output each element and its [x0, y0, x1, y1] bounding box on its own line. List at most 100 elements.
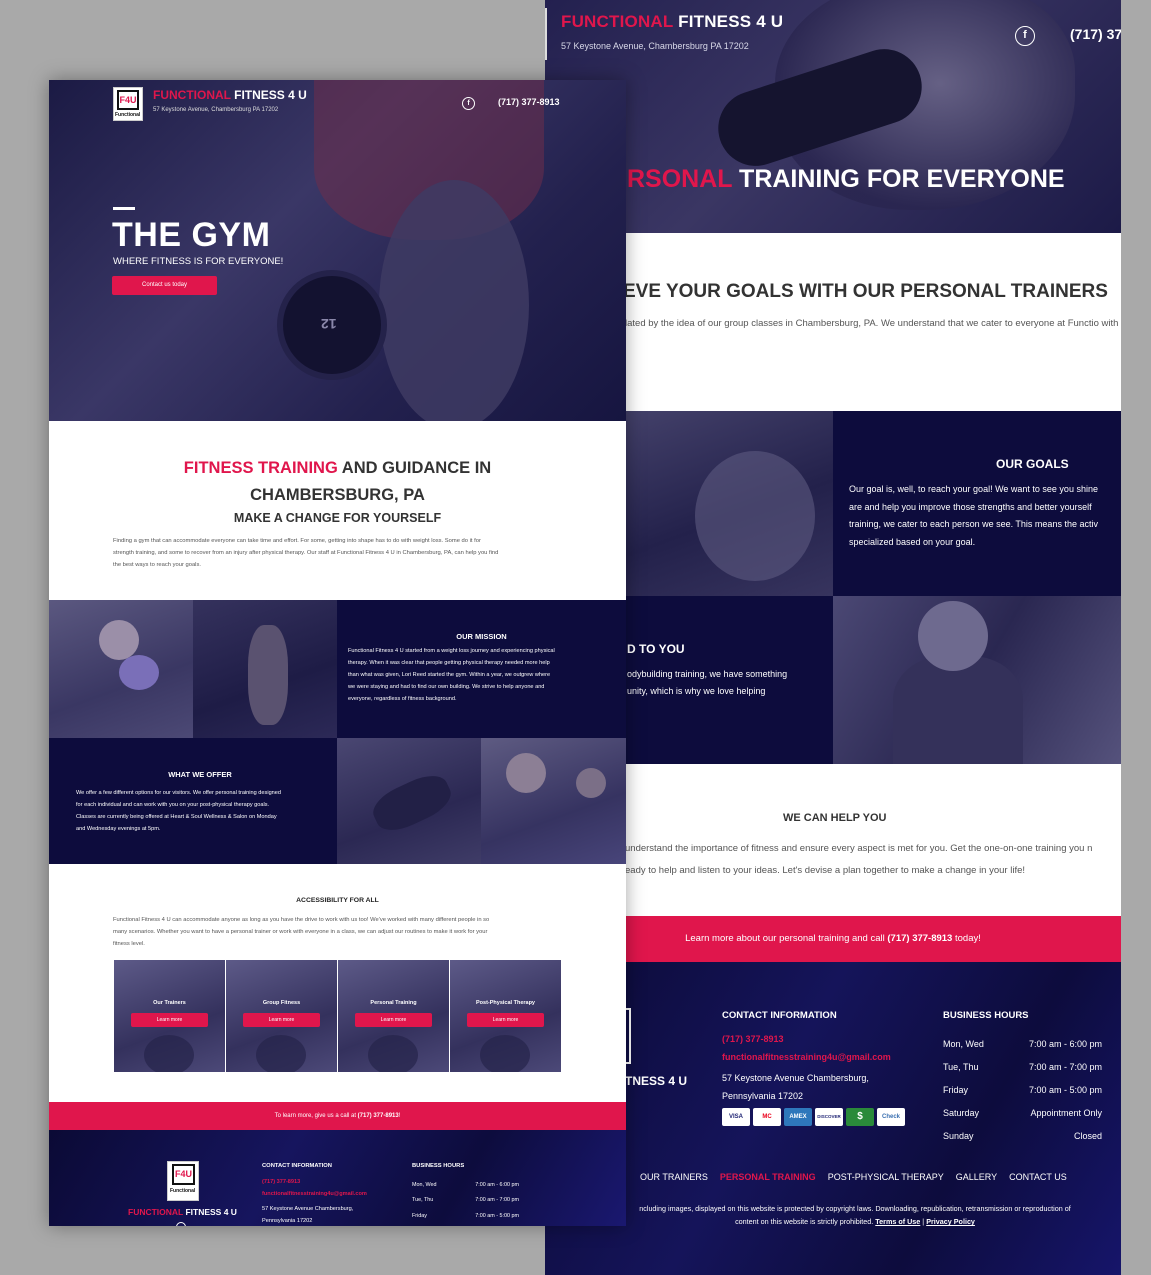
cta-banner: To learn more, give us a call at (717) 3…: [49, 1102, 626, 1130]
hero-dumbbell: 12: [277, 270, 387, 380]
table-row: Tue, Thu 7:00 am - 7:00 pm: [412, 1197, 519, 1204]
offer-body: We offer a few different options for our…: [76, 790, 282, 832]
athlete-woman-photo: [193, 600, 337, 738]
hero-title: THE GYM: [112, 216, 271, 254]
terms-link[interactable]: Terms of Use: [875, 1217, 920, 1226]
kettlebell-woman-photo: [49, 600, 193, 738]
offer-heading: WHAT WE OFFER: [168, 770, 232, 779]
hero-tagline: WHERE FITNESS IS FOR EVERYONE!: [113, 256, 284, 267]
our-goals-heading: OUR GOALS: [996, 457, 1069, 471]
footer-email-link[interactable]: functionalfitnesstraining4u@gmail.com: [262, 1191, 367, 1197]
hours-table: Mon, Wed 7:00 am - 6:00 pm Tue, Thu 7:00 a…: [412, 1177, 519, 1224]
cta-phone[interactable]: (717) 377-8913: [887, 933, 952, 944]
table-row: Tue, Thu 7:00 am - 7:00 pm: [943, 1061, 1102, 1072]
copyright-notice: ncluding images, displayed on this websi…: [639, 1204, 1071, 1226]
hours-table: Mon, Wed 7:00 am - 6:00 pm Tue, Thu 7:00 a…: [943, 1032, 1102, 1148]
footer: F4U Functional FUNCTIONAL FITNESS 4 U CON…: [49, 1130, 626, 1226]
contact-heading: CONTACT INFORMATION: [722, 1010, 837, 1021]
intro-subheading: MAKE A CHANGE FOR YOURSELF: [233, 511, 442, 525]
facebook-icon[interactable]: f: [1015, 26, 1035, 46]
discover-icon: DISCOVER: [815, 1108, 843, 1126]
amex-icon: AMEX: [784, 1108, 812, 1126]
footer-brand: FUNCTIONAL FITNESS 4 U: [128, 1207, 237, 1217]
learn-more-button[interactable]: Learn more: [355, 1013, 432, 1027]
table-row: Saturday Appointment Only: [943, 1108, 1102, 1119]
dedicated-heading: D TO YOU: [627, 642, 685, 656]
footer-brand: TNESS 4 U: [625, 1074, 688, 1088]
cta-banner: Learn more about our personal training a…: [545, 916, 1121, 962]
site-brand[interactable]: FUNCTIONAL FITNESS 4 U: [561, 12, 783, 32]
footer-address: 57 Keystone Avenue Chambersburg, Pennsyl…: [262, 1206, 354, 1224]
cta-phone[interactable]: (717) 377-8913: [358, 1113, 399, 1119]
page-title: RSONAL TRAINING FOR EVERYONE: [627, 165, 1065, 193]
front-page-mockup: 12 F4U Functional FUNCTIONAL FITNESS 4 U …: [49, 80, 626, 1226]
goals-intro-section: EVE YOUR GOALS WITH OUR PERSONAL TRAINER…: [545, 233, 1121, 411]
core-exercise-photo: [337, 738, 481, 864]
offer-block: WHAT WE OFFER We offer a few different o…: [49, 738, 337, 864]
table-row: Mon, Wed 7:00 am - 6:00 pm: [943, 1038, 1102, 1049]
group-class-photo: [481, 738, 626, 864]
help-heading: WE CAN HELP YOU: [783, 812, 887, 824]
footer-phone-link[interactable]: (717) 377-8913: [262, 1179, 300, 1185]
nav-gallery[interactable]: GALLERY: [956, 1172, 997, 1182]
title-accent-bar: [113, 207, 135, 210]
check-icon: Check: [877, 1108, 905, 1126]
footer: TNESS 4 U CONTACT INFORMATION (717) 377-…: [545, 962, 1121, 1275]
back-hero: FUNCTIONAL FITNESS 4 U 57 Keystone Avenu…: [545, 0, 1121, 233]
dedicated-body: odybuilding training, we have something …: [627, 669, 788, 696]
cash-icon: $: [846, 1108, 874, 1126]
service-card-personal-training[interactable]: Personal Training Learn more: [338, 960, 449, 1072]
contact-us-button[interactable]: Contact us today: [112, 276, 217, 295]
service-card-post-physical-therapy[interactable]: Post-Physical Therapy Learn more: [450, 960, 561, 1072]
facebook-icon[interactable]: f: [462, 97, 475, 110]
intro-heading: FITNESS TRAINING AND GUIDANCE IN CHAMBERS…: [183, 459, 492, 504]
footer-logo[interactable]: F4U Functional: [167, 1161, 199, 1201]
visa-icon: VISA: [722, 1108, 750, 1126]
footer-phone-link[interactable]: (717) 377-8913: [722, 1034, 784, 1044]
intro-body: Finding a gym that can accommodate every…: [113, 538, 499, 568]
hours-heading: BUSINESS HOURS: [943, 1010, 1029, 1021]
hours-heading: BUSINESS HOURS: [412, 1163, 465, 1169]
learn-more-button[interactable]: Learn more: [131, 1013, 208, 1027]
footer-email-link[interactable]: functionalfitnesstraining4u@gmail.com: [722, 1052, 891, 1062]
header-address: 57 Keystone Avenue, Chambersburg PA 1720…: [561, 41, 749, 51]
table-row: Sunday Closed: [943, 1131, 1102, 1142]
site-logo[interactable]: F4U Functional: [113, 87, 143, 121]
privacy-link[interactable]: Privacy Policy: [926, 1217, 975, 1226]
accessibility-body: Functional Fitness 4 U can accommodate a…: [113, 917, 490, 947]
payment-methods: VISA MC AMEX DISCOVER $ Check: [722, 1108, 905, 1126]
service-card-trainers[interactable]: Our Trainers Learn more: [114, 960, 225, 1072]
facebook-icon[interactable]: [176, 1222, 186, 1226]
footer-nav: OUR TRAINERS PERSONAL TRAINING POST-PHYS…: [640, 1172, 1067, 1182]
mastercard-icon: MC: [753, 1108, 781, 1126]
table-row: Mon, Wed 7:00 am - 6:00 pm: [412, 1181, 519, 1188]
header-phone[interactable]: (717) 377-8913: [498, 97, 560, 107]
hero-leg-photo: [379, 180, 529, 421]
accessibility-heading: ACCESSIBILITY FOR ALL: [296, 897, 379, 904]
class-photo: [833, 596, 1121, 766]
mission-body: Functional Fitness 4 U started from a we…: [348, 648, 555, 702]
header-phone[interactable]: (717) 37: [1070, 26, 1121, 42]
nav-contact-us[interactable]: CONTACT US: [1009, 1172, 1067, 1182]
help-section: WE CAN HELP YOU understand the importanc…: [545, 764, 1121, 916]
header-divider: [545, 8, 547, 60]
learn-more-button[interactable]: Learn more: [243, 1013, 320, 1027]
our-goals-block: OUR GOALS Our goal is, well, to reach yo…: [833, 411, 1121, 596]
site-brand[interactable]: FUNCTIONAL FITNESS 4 U: [153, 88, 307, 102]
nav-our-trainers[interactable]: OUR TRAINERS: [640, 1172, 708, 1182]
mission-block: OUR MISSION Functional Fitness 4 U start…: [337, 600, 626, 738]
our-goals-body: Our goal is, well, to reach your goal! W…: [849, 484, 1098, 547]
intro-section: FITNESS TRAINING AND GUIDANCE IN CHAMBERS…: [49, 421, 626, 600]
back-page-mockup: FUNCTIONAL FITNESS 4 U 57 Keystone Avenu…: [545, 0, 1121, 1275]
learn-more-button[interactable]: Learn more: [467, 1013, 544, 1027]
section-body: lated by the idea of our group classes i…: [625, 318, 1121, 329]
service-card-group-fitness[interactable]: Group Fitness Learn more: [226, 960, 337, 1072]
table-row: Friday 7:00 am - 5:00 pm: [943, 1084, 1102, 1095]
footer-address: 57 Keystone Avenue Chambersburg, Pennsyl…: [722, 1073, 869, 1101]
help-body: understand the importance of fitness and…: [625, 843, 1093, 876]
header-address: 57 Keystone Avenue, Chambersburg PA 1720…: [153, 107, 279, 113]
nav-post-physical-therapy[interactable]: POST-PHYSICAL THERAPY: [828, 1172, 944, 1182]
mission-heading: OUR MISSION: [456, 632, 507, 641]
table-row: Friday 7:00 am - 5:00 pm: [412, 1212, 519, 1219]
nav-personal-training[interactable]: PERSONAL TRAINING: [720, 1172, 816, 1182]
